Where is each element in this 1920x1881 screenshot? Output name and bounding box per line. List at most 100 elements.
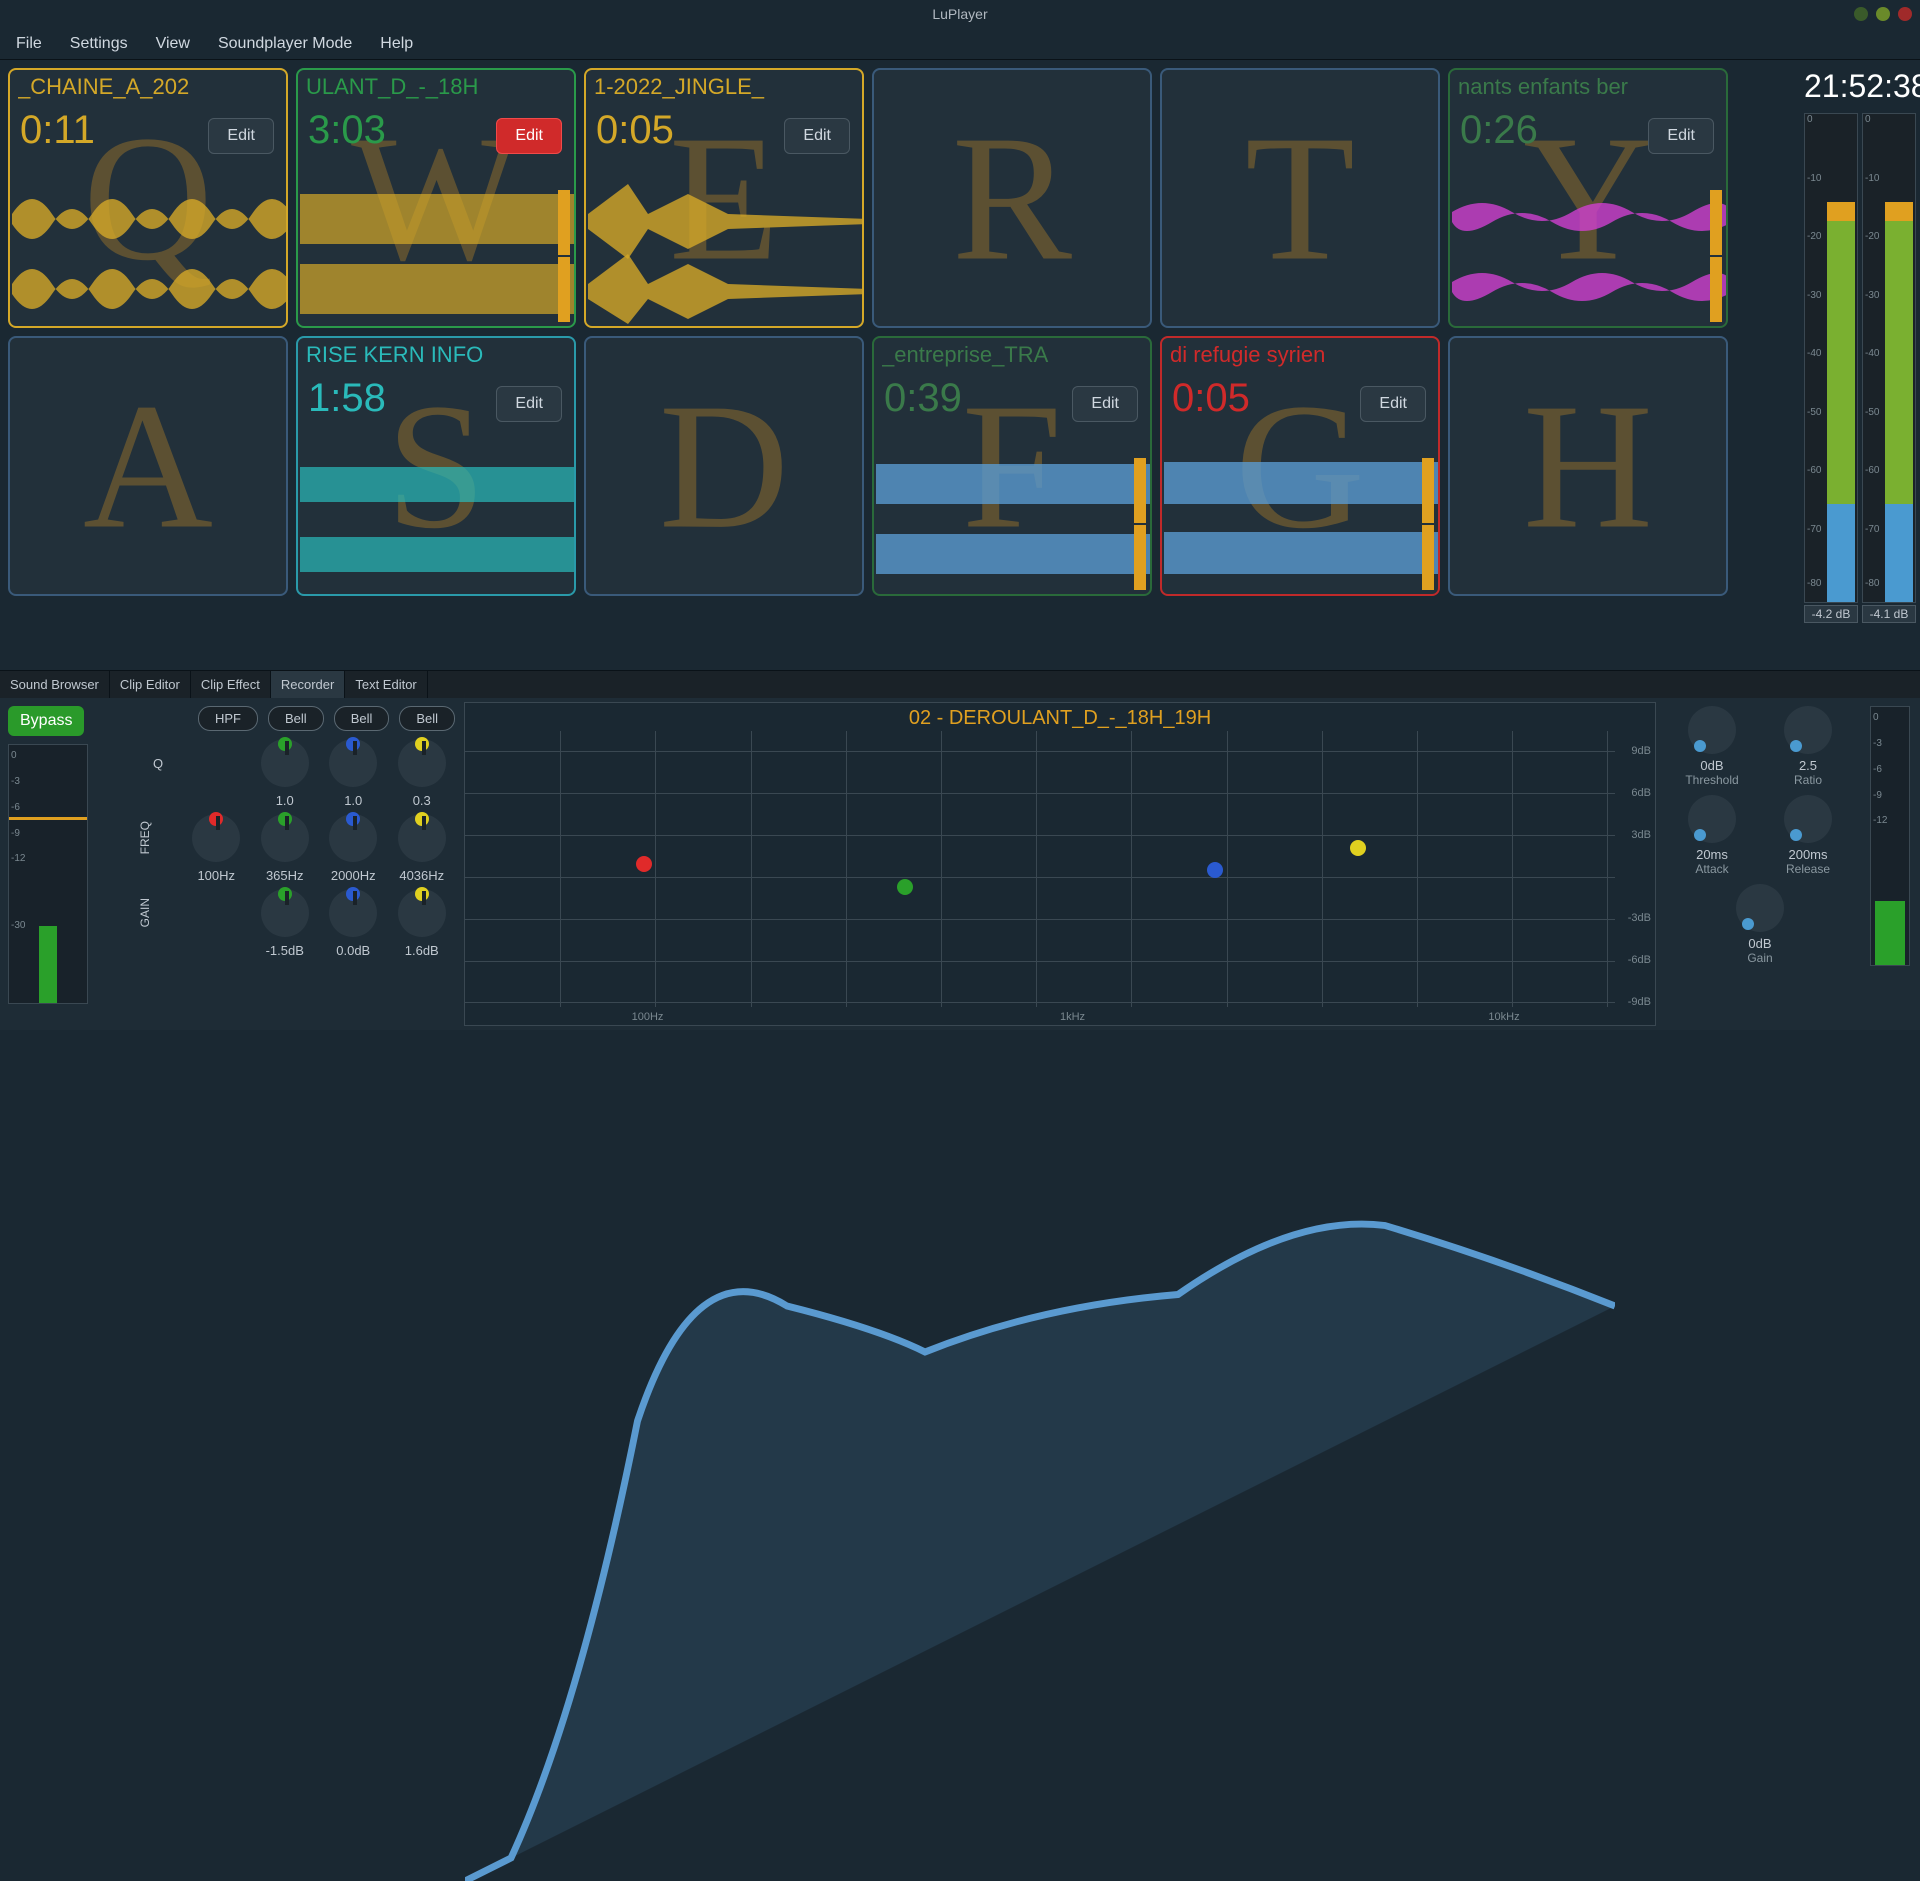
tab-clip-effect[interactable]: Clip Effect: [191, 671, 271, 698]
waveform-icon: [1164, 442, 1440, 592]
fx-panel: Bypass 0 -3 -6 -9 -12 -30 HPF Bell Bell: [0, 698, 1920, 1030]
pad-time: 0:39: [884, 376, 962, 421]
input-meter: 0 -3 -6 -9 -12 -30: [8, 744, 88, 1004]
minimize-button[interactable]: [1854, 7, 1868, 21]
bottom-tabs: Sound Browser Clip Editor Clip Effect Re…: [0, 670, 1920, 698]
meter-right: 0 -10 -20 -30 -40 -50 -60 -70 -80: [1862, 113, 1916, 603]
pad-edit-button[interactable]: Edit: [784, 118, 850, 154]
attack-knob[interactable]: [1688, 795, 1736, 843]
waveform-icon: [588, 174, 864, 324]
ratio-knob[interactable]: [1784, 706, 1832, 754]
eq-point-1[interactable]: [897, 879, 913, 895]
pad-title: 1-2022_JINGLE_: [594, 74, 854, 100]
tab-clip-editor[interactable]: Clip Editor: [110, 671, 191, 698]
freq-knob-2[interactable]: [329, 814, 377, 862]
q-knob-2[interactable]: [329, 739, 377, 787]
eq-point-3[interactable]: [1350, 840, 1366, 856]
waveform-icon: [1452, 174, 1728, 324]
waveform-icon: [876, 442, 1152, 592]
pad-title: nants enfants ber: [1458, 74, 1718, 100]
pad-key-letter: T: [1245, 95, 1355, 302]
window-title: LuPlayer: [932, 6, 987, 22]
pad-time: 0:05: [1172, 376, 1250, 421]
freq-label: FREQ: [138, 821, 178, 854]
pad-edit-button[interactable]: Edit: [1072, 386, 1138, 422]
eq-band-bell1[interactable]: Bell: [268, 706, 324, 731]
q-knob-3[interactable]: [398, 739, 446, 787]
pad-r[interactable]: R: [872, 68, 1152, 328]
clock: 21:52:38: [1804, 68, 1916, 105]
eq-graph[interactable]: 02 - DEROULANT_D_-_18H_19H 9dB 6dB 3dB -…: [464, 702, 1656, 1026]
pad-time: 0:11: [20, 108, 95, 153]
pad-key-letter: H: [1523, 363, 1653, 570]
meter-left: 0 -10 -20 -30 -40 -50 -60 -70 -80: [1804, 113, 1858, 603]
menu-view[interactable]: View: [156, 35, 190, 53]
pad-edit-button[interactable]: Edit: [496, 386, 562, 422]
waveform-icon: [300, 442, 576, 592]
eq-band-hpf[interactable]: HPF: [198, 706, 258, 731]
pad-time: 3:03: [308, 108, 386, 153]
eq-band-bell3[interactable]: Bell: [399, 706, 455, 731]
pad-d[interactable]: D: [584, 336, 864, 596]
pad-key-letter: D: [659, 363, 789, 570]
pad-title: _CHAINE_A_202: [18, 74, 278, 100]
pad-g[interactable]: G di refugie syrien 0:05 Edit: [1160, 336, 1440, 596]
pad-e[interactable]: E 1-2022_JINGLE_ 0:05 Edit: [584, 68, 864, 328]
pad-time: 0:05: [596, 108, 674, 153]
menu-file[interactable]: File: [16, 35, 42, 53]
freq-knob-3[interactable]: [398, 814, 446, 862]
eq-controls: HPF Bell Bell Bell Q 1.0 1.0 0.3 FREQ: [130, 698, 460, 1030]
pad-h[interactable]: H: [1448, 336, 1728, 596]
pad-time: 0:26: [1460, 108, 1538, 153]
tab-sound-browser[interactable]: Sound Browser: [0, 671, 110, 698]
pad-t[interactable]: T: [1160, 68, 1440, 328]
pad-s[interactable]: S RISE KERN INFO 1:58 Edit: [296, 336, 576, 596]
meter-db-left: -4.2 dB: [1804, 605, 1858, 623]
release-knob[interactable]: [1784, 795, 1832, 843]
eq-point-2[interactable]: [1207, 862, 1223, 878]
menu-soundplayer-mode[interactable]: Soundplayer Mode: [218, 35, 352, 53]
menu-settings[interactable]: Settings: [70, 35, 128, 53]
maximize-button[interactable]: [1876, 7, 1890, 21]
pad-time: 1:58: [308, 376, 386, 421]
pad-w[interactable]: W ULANT_D_-_18H 3:03 Edit: [296, 68, 576, 328]
eq-point-hpf[interactable]: [636, 856, 652, 872]
pad-y[interactable]: Y nants enfants ber 0:26 Edit: [1448, 68, 1728, 328]
threshold-knob[interactable]: [1688, 706, 1736, 754]
pad-edit-button[interactable]: Edit: [1360, 386, 1426, 422]
pad-a[interactable]: A: [8, 336, 288, 596]
tab-text-editor[interactable]: Text Editor: [345, 671, 427, 698]
pad-title: ULANT_D_-_18H: [306, 74, 566, 100]
pad-level-indicator: [558, 190, 570, 322]
tab-recorder[interactable]: Recorder: [271, 671, 345, 698]
pad-key-letter: R: [952, 95, 1072, 302]
pad-q[interactable]: Q _CHAINE_A_202 0:11 Edit: [8, 68, 288, 328]
pad-edit-button[interactable]: Edit: [1648, 118, 1714, 154]
eq-curve-icon: [465, 731, 1615, 1881]
pad-edit-button[interactable]: Edit: [496, 118, 562, 154]
eq-clip-title: 02 - DEROULANT_D_-_18H_19H: [465, 707, 1655, 730]
waveform-icon: [12, 174, 288, 324]
meter-db-right: -4.1 dB: [1862, 605, 1916, 623]
pad-level-indicator: [1422, 458, 1434, 590]
pad-title: _entreprise_TRA: [882, 342, 1142, 368]
q-knob-1[interactable]: [261, 739, 309, 787]
q-label: Q: [138, 756, 178, 771]
menubar: File Settings View Soundplayer Mode Help: [0, 28, 1920, 60]
pad-key-letter: A: [83, 363, 213, 570]
makeup-gain-knob[interactable]: [1736, 884, 1784, 932]
close-button[interactable]: [1898, 7, 1912, 21]
gain-knob-2[interactable]: [329, 889, 377, 937]
gain-knob-1[interactable]: [261, 889, 309, 937]
pad-edit-button[interactable]: Edit: [208, 118, 274, 154]
freq-knob-1[interactable]: [261, 814, 309, 862]
pad-title: RISE KERN INFO: [306, 342, 566, 368]
pad-title: di refugie syrien: [1170, 342, 1430, 368]
freq-knob-0[interactable]: [192, 814, 240, 862]
bypass-button[interactable]: Bypass: [8, 706, 84, 736]
gain-knob-3[interactable]: [398, 889, 446, 937]
eq-band-bell2[interactable]: Bell: [334, 706, 390, 731]
menu-help[interactable]: Help: [380, 35, 413, 53]
gain-label: GAIN: [138, 898, 178, 927]
pad-f[interactable]: F _entreprise_TRA 0:39 Edit: [872, 336, 1152, 596]
